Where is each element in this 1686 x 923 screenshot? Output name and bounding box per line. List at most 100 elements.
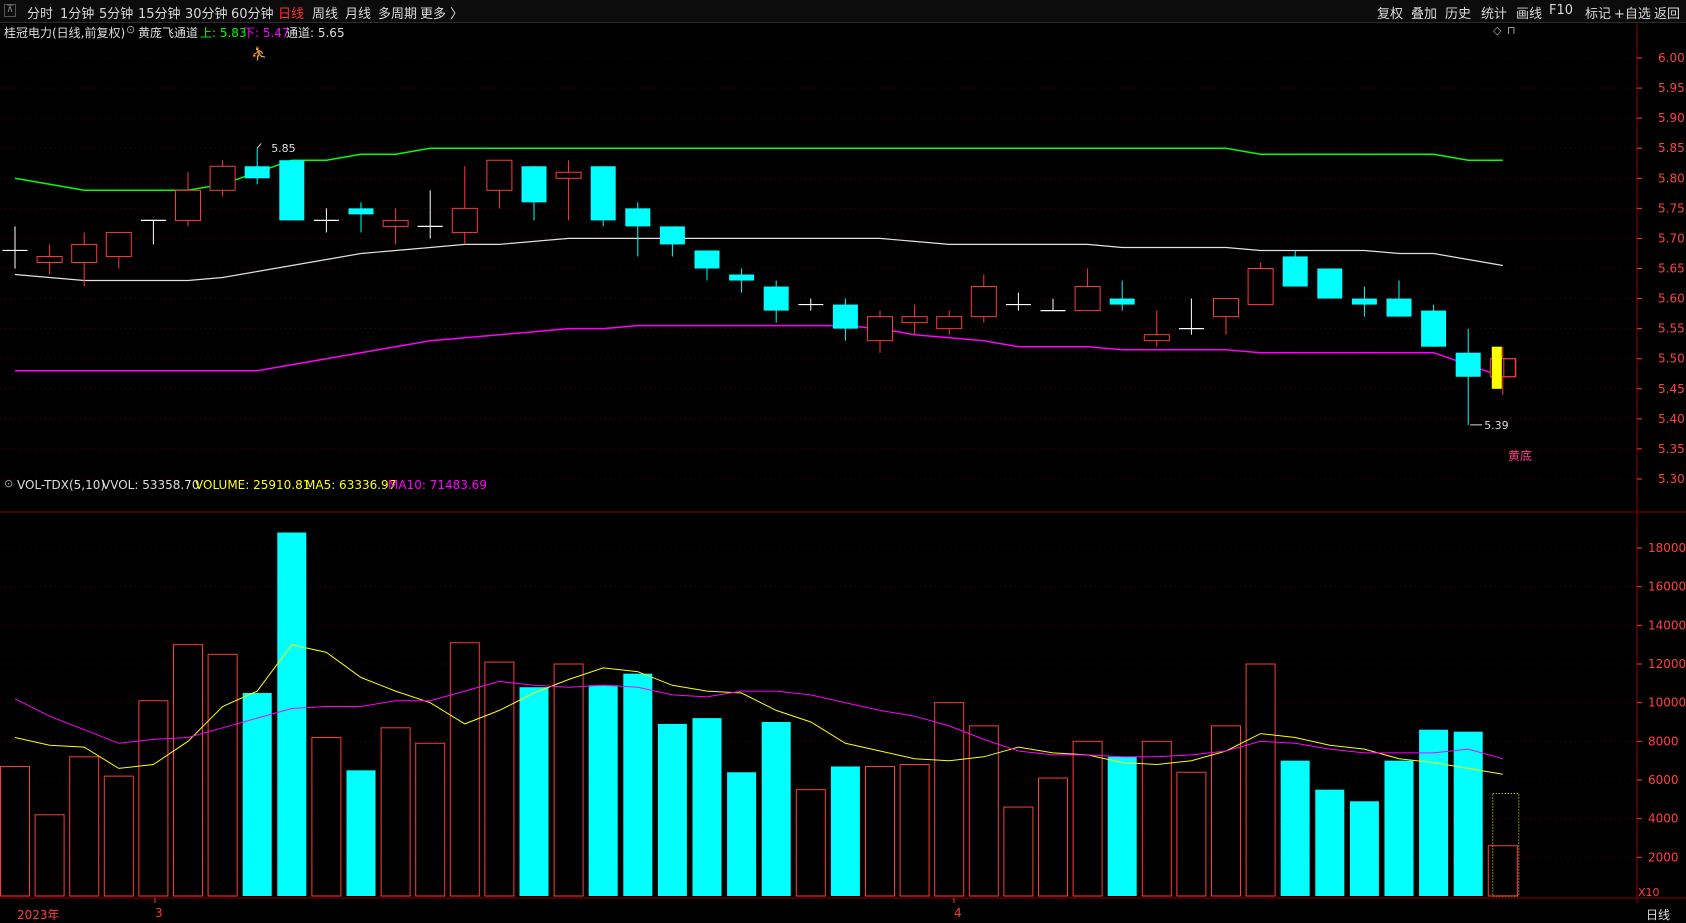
candle-body-up — [970, 286, 997, 318]
vol-tick-label: 18000 — [1648, 541, 1686, 555]
candle-body-down — [521, 166, 547, 203]
volume-bar-up — [795, 789, 826, 897]
low-price-label: 5.39 — [1484, 419, 1509, 432]
price-tick-label: 5.55 — [1658, 322, 1685, 336]
volume-bar-down — [1315, 789, 1345, 896]
volume-bar-up — [449, 642, 480, 897]
date-axis: 2023年 3 4 日线 — [0, 903, 1686, 923]
volume-bar-up — [1072, 740, 1103, 897]
volume-bar-down — [346, 770, 376, 896]
volume-ma-lines — [14, 644, 1503, 775]
upper-band-line — [14, 147, 1503, 192]
volume-bar-down — [1384, 760, 1414, 896]
volume-bar-up — [1176, 771, 1207, 897]
candle-body-up — [382, 219, 409, 227]
candle-body-up — [1143, 334, 1170, 342]
volume-bar-down — [242, 693, 272, 896]
volume-bar-up — [415, 742, 446, 897]
vol-tick-label: 10000 — [1648, 696, 1686, 710]
channel-bands — [14, 147, 1504, 378]
volume-bar-up — [1003, 806, 1034, 897]
candle-body-down — [244, 166, 270, 179]
candle-body-down — [348, 208, 374, 215]
volume-bar-up — [1038, 777, 1068, 897]
volume-bar-down — [727, 772, 757, 896]
candle-body-up — [555, 171, 582, 179]
volume-bar-down — [1280, 760, 1310, 896]
price-tick-label: 5.30 — [1658, 472, 1685, 486]
volume-bar-up — [311, 736, 342, 897]
candle-body-down — [1351, 298, 1377, 305]
price-tick-label: 5.80 — [1658, 171, 1685, 185]
signal-label: 黄底 — [1508, 448, 1532, 463]
volume-bar-up — [0, 765, 30, 897]
volume-bar-down — [830, 766, 860, 896]
candle-body-down — [625, 208, 651, 227]
candle-body-down — [279, 160, 305, 221]
candle-body-down — [590, 166, 616, 221]
candle-body-down — [729, 274, 755, 281]
candle-body-up — [1247, 268, 1274, 306]
price-tick-label: 5.45 — [1658, 382, 1685, 396]
period-label: 日线 — [1646, 908, 1671, 922]
price-tick-label: 5.85 — [1658, 141, 1685, 155]
price-tick-label: 5.95 — [1658, 81, 1685, 95]
volume-bar-up — [1245, 663, 1276, 897]
volume-bar-down — [692, 718, 722, 896]
ma10-line — [14, 680, 1503, 760]
volume-bar-up — [103, 775, 134, 897]
multiplier-label: X10 — [1638, 886, 1660, 899]
candle-body-up — [175, 189, 201, 221]
price-tick-label: 5.65 — [1658, 262, 1685, 276]
candle-body-up — [1213, 298, 1239, 318]
volume-bar-down — [277, 532, 307, 896]
volume-bar-down — [1349, 801, 1379, 896]
candle-body-down — [832, 304, 858, 329]
volume-bar-up — [968, 725, 999, 897]
candle-body-down — [694, 250, 720, 269]
volume-bar-down — [1453, 731, 1483, 896]
volume-bar-up — [865, 765, 895, 897]
volume-bar-up — [934, 702, 965, 897]
person-icon: ⛹ — [251, 45, 267, 62]
candle-body-up — [867, 316, 893, 342]
volume-bar-down — [623, 673, 653, 896]
price-tick-label: 5.70 — [1658, 231, 1685, 245]
mid-band-line — [14, 237, 1503, 282]
price-tick-label: 5.40 — [1658, 412, 1685, 426]
candle-body-up — [451, 207, 478, 233]
vol-tick-label: 2000 — [1648, 850, 1679, 864]
price-tick-label: 5.60 — [1658, 292, 1685, 306]
vol-tick-label: 4000 — [1648, 812, 1679, 826]
candle-body-up — [1074, 286, 1101, 312]
high-marker — [256, 143, 262, 149]
volume-bar-down — [1107, 756, 1137, 896]
candle-body-up — [936, 316, 963, 330]
price-tick-label: 5.35 — [1658, 442, 1685, 456]
candle-body-down — [1455, 352, 1481, 377]
month-label-march: 3 — [155, 906, 163, 920]
candle-body-down — [763, 286, 789, 311]
volume-bars — [0, 532, 1520, 897]
volume-bar-down — [519, 687, 549, 896]
volume-bar-up — [899, 764, 930, 897]
candle-body-down — [1421, 310, 1447, 347]
vol-tick-label: 8000 — [1648, 734, 1679, 748]
volume-bar-up — [138, 700, 169, 897]
volume-bar-down — [588, 685, 618, 896]
candle-body-down — [1282, 256, 1308, 287]
volume-bar-up — [484, 661, 515, 897]
candle-body-down — [1386, 298, 1412, 317]
candle-body-down — [1109, 298, 1135, 305]
year-label: 2023年 — [17, 908, 60, 922]
price-axis: 6.00 5.95 5.90 5.85 5.80 5.75 5.70 5.65 5.60 5.55… — [1637, 51, 1686, 864]
kline-chart[interactable]: 6.00 5.95 5.90 5.85 5.80 5.75 5.70 5.65 5.60 5.55… — [0, 0, 1686, 923]
signal-bar — [1491, 346, 1502, 389]
high-price-label: 5.85 — [271, 142, 296, 155]
price-tick-label: 5.90 — [1658, 111, 1685, 125]
month-label-april: 4 — [954, 906, 962, 920]
price-tick-label: 5.50 — [1658, 352, 1685, 366]
volume-bar-up — [207, 653, 238, 897]
candle-body-up — [209, 165, 236, 191]
candle-body-up — [36, 255, 63, 263]
